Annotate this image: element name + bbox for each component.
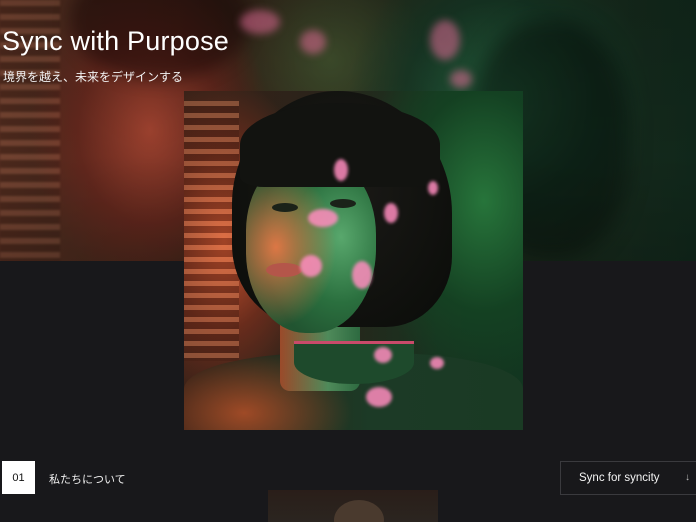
- projected-light-glyph: [384, 203, 398, 223]
- projected-light-glyph: [300, 255, 322, 277]
- projected-light-glyph: [308, 209, 338, 227]
- projected-light-glyph: [430, 357, 444, 369]
- portrait-eye-left: [272, 203, 298, 212]
- portrait-image: [184, 91, 523, 430]
- projected-light-glyph: [352, 261, 372, 289]
- section-label: 私たちについて: [49, 473, 126, 486]
- projected-light-glyph: [428, 181, 438, 195]
- hero-subtitle: 境界を越え、未来をデザインする: [3, 70, 184, 84]
- hero-title: Sync with Purpose: [2, 26, 230, 56]
- sync-for-syncity-button[interactable]: Sync for syncity ↓: [560, 461, 696, 495]
- portrait-window-blinds: [184, 101, 239, 361]
- portrait-collar: [294, 341, 414, 384]
- next-section-image-preview: [268, 490, 438, 522]
- portrait-lips: [266, 263, 302, 277]
- sync-button-label: Sync for syncity: [579, 472, 660, 484]
- portrait-eye-right: [330, 199, 356, 208]
- section-number-badge: 01: [2, 461, 35, 494]
- projected-light-glyph: [366, 387, 392, 407]
- arrow-down-icon: ↓: [685, 472, 690, 483]
- page: Sync with Purpose 境界を越え、未来をデザインする 01 私たち…: [0, 0, 696, 522]
- preview-portrait-head: [334, 500, 384, 522]
- projected-light-glyph: [334, 159, 348, 181]
- projected-light-glyph: [374, 347, 392, 363]
